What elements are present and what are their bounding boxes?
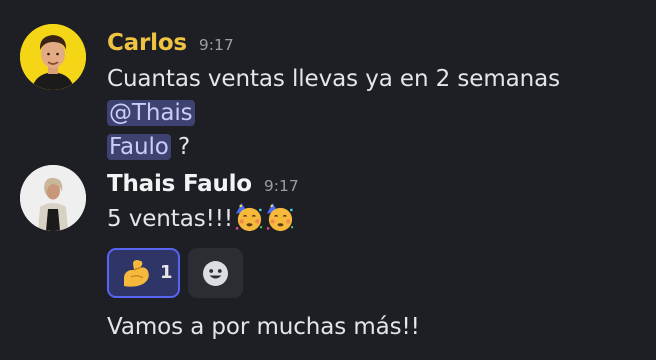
message-header: Carlos 9:17 xyxy=(107,30,234,56)
timestamp: 9:17 xyxy=(198,36,234,54)
avatar-carlos[interactable] xyxy=(20,24,86,90)
avatar-thais[interactable] xyxy=(20,165,86,231)
smiley-icon xyxy=(202,260,229,287)
message-carlos: Carlos 9:17 Cuantas ventas llevas ya en 2… xyxy=(0,0,656,160)
partying-face-emoji xyxy=(264,202,295,233)
followup-message: Vamos a por muchas más!! xyxy=(107,314,420,340)
flexed-biceps-icon xyxy=(119,257,153,291)
partying-face-emoji xyxy=(233,202,264,233)
timestamp: 9:17 xyxy=(263,177,299,195)
message-thais: Thais Faulo 9:17 5 ventas!!! 1 Vamos a po… xyxy=(0,140,656,360)
message-content: 5 ventas!!! xyxy=(107,202,647,236)
user-mention[interactable]: @Thais xyxy=(107,100,195,126)
message-header: Thais Faulo 9:17 xyxy=(107,171,299,197)
reaction-count: 1 xyxy=(160,262,173,283)
message-line-1: Cuantas ventas llevas ya en 2 semanas @T… xyxy=(107,62,647,130)
message-text: 5 ventas!!! xyxy=(107,206,233,232)
author-name[interactable]: Thais Faulo xyxy=(107,171,252,197)
add-reaction-button[interactable] xyxy=(188,248,243,298)
carlos-avatar-image xyxy=(20,24,86,90)
reaction-flexed-biceps[interactable]: 1 xyxy=(107,248,180,298)
author-name[interactable]: Carlos xyxy=(107,30,187,56)
thais-avatar-image xyxy=(20,165,86,231)
message-text: Cuantas ventas llevas ya en 2 semanas xyxy=(107,66,560,92)
